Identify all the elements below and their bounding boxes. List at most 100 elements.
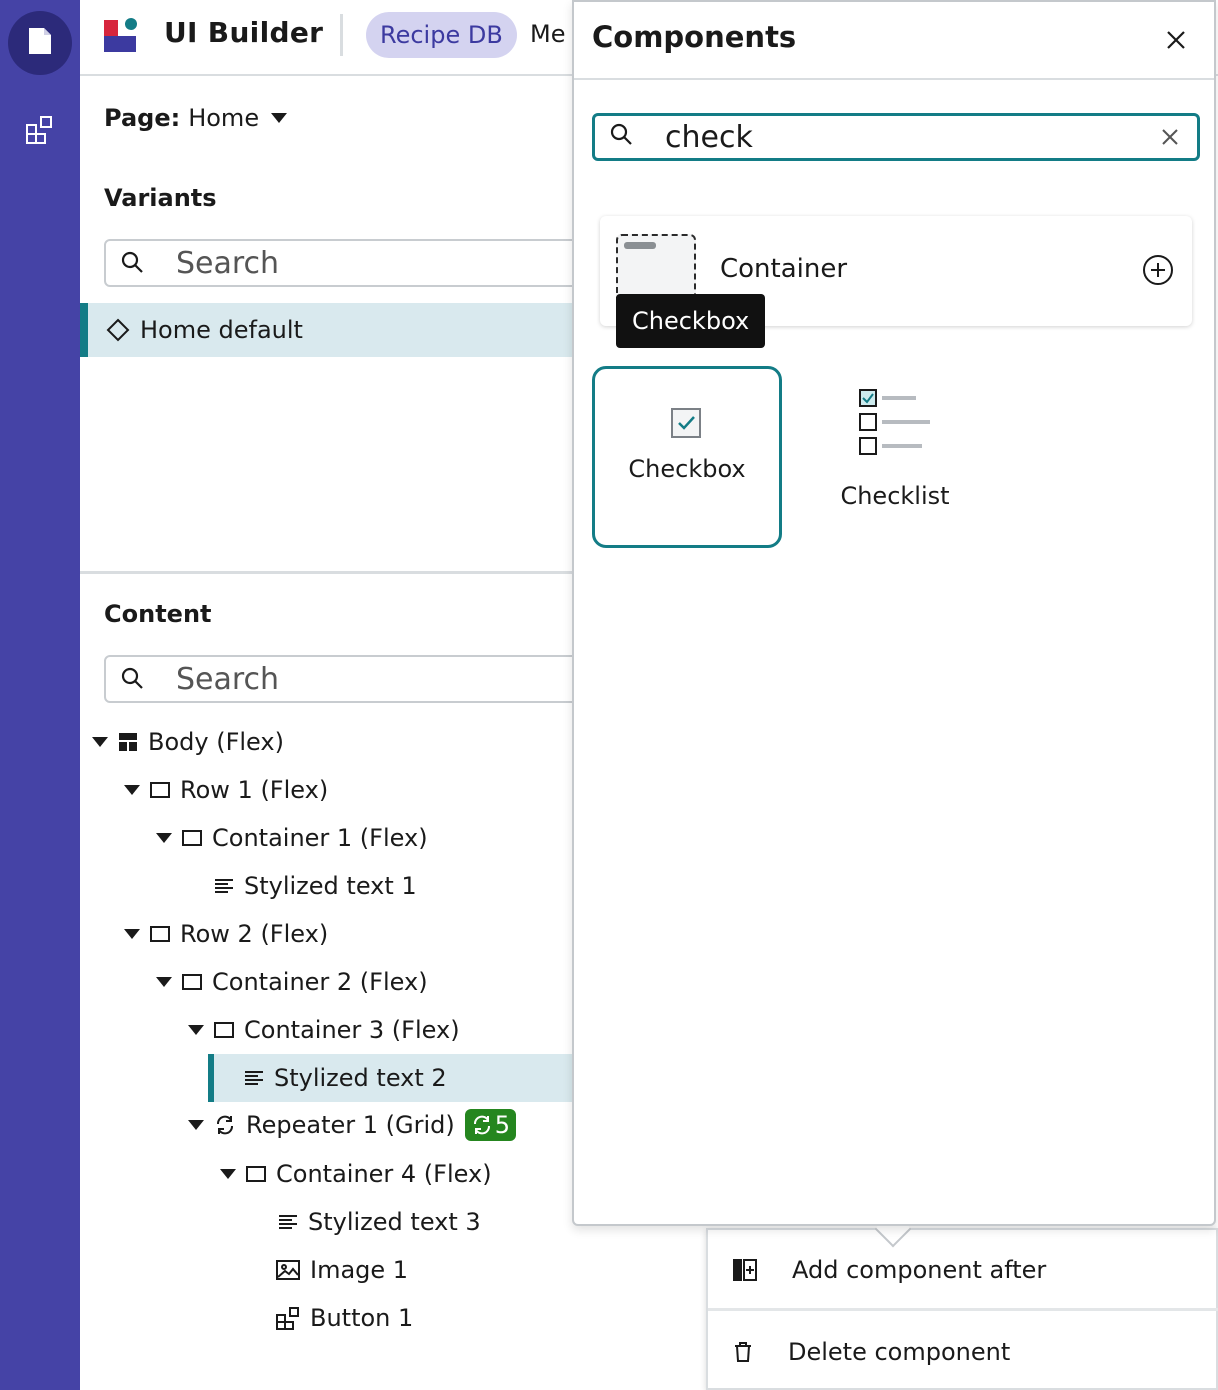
rail-components-button[interactable] [20,112,60,152]
add-component-after-item[interactable]: Add component after [708,1232,1218,1308]
close-icon [1167,31,1185,49]
page-selector[interactable]: Page: Home [104,104,288,132]
variant-item-home-default[interactable]: Home default [80,303,640,357]
variants-search-placeholder: Search [176,245,280,281]
expand-caret-icon[interactable] [124,785,140,795]
rail-pages-button[interactable] [8,11,72,75]
tree-node-button-1[interactable]: Button 1 [276,1294,413,1342]
expand-caret-icon[interactable] [156,977,172,987]
tree-node-label: Repeater 1 (Grid) [246,1111,455,1139]
tree-node-image-1[interactable]: Image 1 [276,1246,408,1294]
search-icon [609,122,635,152]
context-menu: Add component after Delete component [706,1228,1218,1390]
project-chip[interactable]: Recipe DB [366,12,517,58]
repeat-count-badge: 5 [464,1109,517,1141]
delete-label: Delete component [788,1338,1011,1366]
box-icon [214,1022,234,1038]
components-title: Components [592,20,797,54]
tree-node-container-3[interactable]: Container 3 (Flex) [188,1006,460,1054]
tree-node-label: Stylized text 1 [244,872,417,900]
box-icon [182,830,202,846]
button-icon [276,1306,300,1330]
variant-label: Home default [140,316,303,344]
repeat-count: 5 [494,1111,511,1139]
header-divider [340,14,343,56]
search-icon [120,666,146,692]
header-menu-truncated[interactable]: Me [530,20,565,48]
text-icon [214,878,234,894]
expand-caret-icon[interactable] [188,1120,204,1130]
components-header: Components [574,2,1214,80]
app-title: UI Builder [164,16,324,49]
box-icon [182,974,202,990]
tree-node-label: Stylized text 2 [274,1064,447,1092]
app-logo-icon [104,18,138,54]
text-icon [278,1214,298,1230]
checklist-icon [858,388,932,462]
tree-node-row-1[interactable]: Row 1 (Flex) [124,766,328,814]
tree-node-label: Image 1 [310,1256,409,1284]
page-label: Page: [104,104,181,132]
page-value: Home [188,104,260,132]
tooltip: Checkbox [616,294,766,348]
add-after-label: Add component after [792,1256,1047,1284]
layout-icon [118,732,138,752]
box-icon [150,782,170,798]
tree-node-label: Row 1 (Flex) [180,776,329,804]
tree-node-stylized-text-1[interactable]: Stylized text 1 [214,862,417,910]
add-circle-icon[interactable] [1142,254,1174,290]
checkbox-tile[interactable]: Checkbox [592,366,782,548]
delete-component-item[interactable]: Delete component [708,1314,1218,1390]
clear-search-icon[interactable] [1161,128,1179,150]
checklist-tile[interactable]: Checklist [800,366,990,548]
container-label: Container [720,254,848,284]
components-icon [25,115,55,149]
tree-node-label: Container 4 (Flex) [276,1160,492,1188]
content-search-input[interactable]: Search [104,655,624,703]
content-title: Content [104,600,212,628]
repeat-icon [214,1114,236,1136]
tree-node-container-4[interactable]: Container 4 (Flex) [220,1150,492,1198]
left-rail [0,0,80,1390]
image-icon [276,1260,300,1280]
tree-node-label: Body (Flex) [148,728,284,756]
variants-search-input[interactable]: Search [104,239,624,287]
search-value: check [665,119,753,155]
tree-node-stylized-text-3[interactable]: Stylized text 3 [278,1198,481,1246]
expand-caret-icon[interactable] [156,833,172,843]
tree-node-label: Container 3 (Flex) [244,1016,460,1044]
expand-caret-icon[interactable] [92,737,108,747]
close-button[interactable] [1162,26,1190,54]
add-after-icon [733,1259,757,1281]
tree-node-container-2[interactable]: Container 2 (Flex) [156,958,428,1006]
section-divider [80,571,580,574]
checkbox-icon [670,407,704,445]
tree-node-row-2[interactable]: Row 2 (Flex) [124,910,328,958]
tree-node-label: Row 2 (Flex) [180,920,329,948]
diamond-icon [106,318,130,342]
components-search-input[interactable]: check [592,113,1200,161]
trash-icon [735,1342,751,1362]
expand-caret-icon[interactable] [220,1169,236,1179]
caret-down-icon [271,113,288,123]
repeat-icon [473,1115,490,1135]
expand-caret-icon[interactable] [188,1025,204,1035]
components-panel: Components check Container Checkbox Chec… [572,0,1216,1226]
tree-node-body[interactable]: Body (Flex) [92,718,284,766]
tree-node-container-1[interactable]: Container 1 (Flex) [156,814,428,862]
checkbox-label: Checkbox [628,455,746,483]
checklist-label: Checklist [840,482,950,510]
tree-node-repeater-1[interactable]: Repeater 1 (Grid) 5 [188,1101,517,1149]
tree-node-label: Container 1 (Flex) [212,824,428,852]
menu-divider [708,1308,1218,1311]
tree-node-label: Button 1 [310,1304,414,1332]
variants-title: Variants [104,184,217,212]
expand-caret-icon[interactable] [124,929,140,939]
text-icon [244,1070,264,1086]
tree-node-label: Stylized text 3 [308,1208,481,1236]
page-icon [27,26,53,60]
content-search-placeholder: Search [176,661,280,697]
tree-node-label: Container 2 (Flex) [212,968,428,996]
box-icon [246,1166,266,1182]
search-icon [120,250,146,276]
